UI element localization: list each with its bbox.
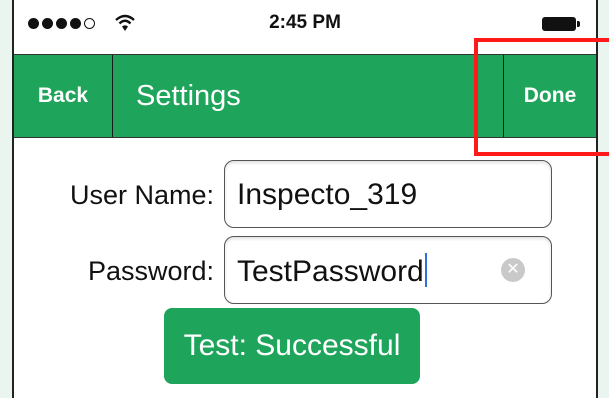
- password-field[interactable]: TestPassword ✕: [224, 236, 552, 304]
- navigation-bar: Back Settings Done: [14, 54, 596, 138]
- battery-icon: [542, 17, 580, 31]
- status-time: 2:45 PM: [269, 12, 341, 33]
- page-title: Settings: [136, 79, 241, 112]
- done-button[interactable]: Done: [503, 55, 596, 137]
- status-bar: 2:45 PM: [14, 0, 596, 46]
- username-field[interactable]: Inspecto_319: [224, 160, 552, 228]
- text-caret: [424, 253, 427, 287]
- username-label: User Name:: [69, 180, 214, 210]
- password-label: Password:: [87, 256, 214, 286]
- back-button[interactable]: Back: [14, 55, 113, 137]
- test-connection-button[interactable]: Test: Successful: [164, 308, 420, 384]
- clear-icon[interactable]: ✕: [501, 258, 525, 282]
- username-value: Inspecto_319: [237, 178, 418, 211]
- password-value: TestPassword: [237, 253, 427, 289]
- phone-screen: 2:45 PM Back Settings Done User Name: In…: [12, 0, 598, 398]
